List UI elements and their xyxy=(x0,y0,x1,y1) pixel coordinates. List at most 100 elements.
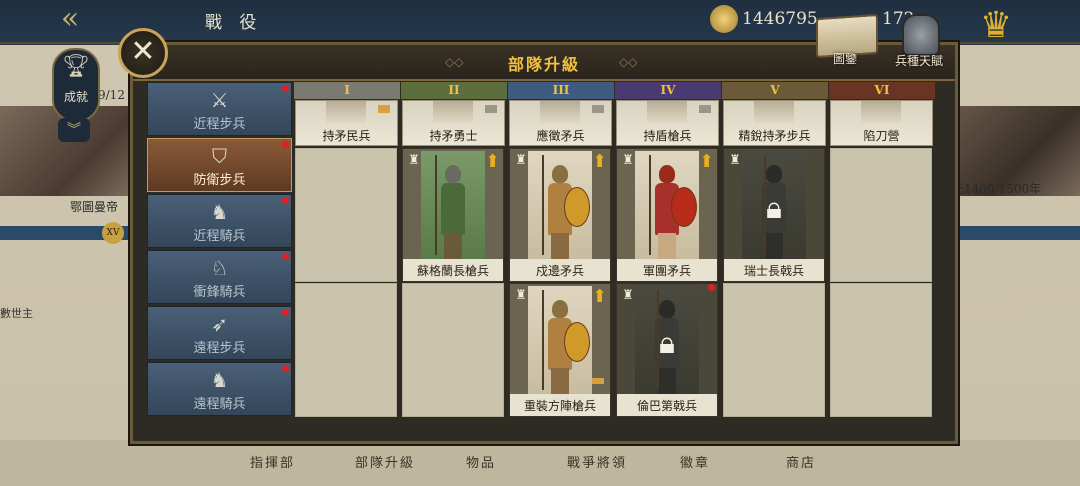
spear-icon xyxy=(649,155,651,255)
unit-name: 持矛勇士 xyxy=(429,129,478,143)
crossed-swords-icon: ⚔︎ xyxy=(210,88,229,112)
tier-header-1: I xyxy=(294,82,400,99)
spear-icon xyxy=(435,155,437,255)
upgrade-arrow-icon[interactable]: ⬆ xyxy=(699,151,714,173)
tier-header-5: V xyxy=(722,82,828,99)
codex-button[interactable]: 圖鑒 xyxy=(808,12,882,70)
progress-count: 9/12 xyxy=(98,88,125,102)
unit-name: 蘇格蘭長槍兵 xyxy=(416,264,489,278)
notification-dot xyxy=(282,141,289,148)
sidebar-item-4[interactable]: ➶ 遠程步兵 xyxy=(147,306,292,360)
unit-card-top[interactable]: 持矛勇士 xyxy=(402,100,505,146)
notification-dot xyxy=(708,284,715,291)
spear-icon xyxy=(542,290,544,390)
unit-card[interactable]: ♜ 🔒︎ 瑞士長戟兵 xyxy=(723,148,825,282)
bottom-nav xyxy=(0,440,1080,486)
codex-label: 圖鑒 xyxy=(832,52,857,66)
tower-icon: ♜ xyxy=(515,153,527,168)
unit-portrait-fragment xyxy=(540,101,580,123)
sidebar-item-label: 衝鋒騎兵 xyxy=(193,285,246,300)
troop-talent-label: 兵種天賦 xyxy=(894,54,943,68)
sidebar-item-label: 近程步兵 xyxy=(193,117,246,132)
chevron-down-icon[interactable]: ︾ xyxy=(58,118,90,142)
troop-talent-button[interactable]: 兵種天賦 xyxy=(886,12,952,70)
unit-portrait xyxy=(528,151,592,263)
nav-shop[interactable]: 商店 xyxy=(786,452,816,471)
shield-icon xyxy=(564,187,590,227)
unit-card[interactable]: ♜ ⬆ 蘇格蘭長槍兵 xyxy=(402,148,504,282)
unit-portrait xyxy=(528,286,592,398)
nav-badges[interactable]: 徽章 xyxy=(680,452,710,471)
unit-name: 重裝方陣槍兵 xyxy=(523,399,596,413)
close-button[interactable]: ✕ xyxy=(118,28,168,78)
soldier-head xyxy=(552,165,568,183)
empty-slot xyxy=(830,283,932,417)
rank-bar-icon xyxy=(485,105,497,113)
spear-icon xyxy=(542,155,544,255)
unit-card-top[interactable]: 持矛民兵 xyxy=(295,100,398,146)
trophy-icon: 🏆︎ xyxy=(62,54,90,79)
soldier-body xyxy=(441,183,465,235)
gold-coin-icon xyxy=(710,5,738,33)
back-arrow-icon[interactable]: « xyxy=(40,2,100,36)
unit-card-top[interactable]: 陷刀營 xyxy=(830,100,933,146)
tier-header-2: II xyxy=(401,82,507,99)
level-badge: XV xyxy=(102,222,124,244)
sidebar-item-label: 防衛步兵 xyxy=(193,173,246,188)
achievement-button[interactable]: 🏆︎ 成就 xyxy=(52,48,100,122)
lance-horse-icon: ♘ xyxy=(210,256,229,280)
nav-command[interactable]: 指揮部 xyxy=(250,452,295,471)
unit-card[interactable]: ♜ ⬆ 重裝方陣槍兵 xyxy=(509,283,611,417)
ornament-icon: ◇◇ xyxy=(619,55,638,69)
left-sub-label: 數世主 xyxy=(0,307,33,320)
gold-amount: 1446795 xyxy=(742,9,818,29)
rank-bar-icon xyxy=(699,105,711,113)
bow-icon: ➶ xyxy=(211,312,228,336)
unit-card-top[interactable]: 持盾槍兵 xyxy=(616,100,719,146)
unit-portrait xyxy=(635,151,699,263)
empty-slot xyxy=(723,283,825,417)
horse-head-icon: ♞ xyxy=(210,200,229,224)
tier-header-6: VI xyxy=(829,82,935,99)
unit-card[interactable]: ♜ ⬆ 戍邊矛兵 xyxy=(509,148,611,282)
lock-icon: 🔒︎ xyxy=(766,191,782,226)
empty-slot xyxy=(295,283,397,417)
crown-icon[interactable]: ♛ xyxy=(966,2,1026,50)
tower-icon: ♜ xyxy=(622,288,634,303)
right-event-label: 元1400-1500年 xyxy=(952,182,1042,196)
sidebar-item-5[interactable]: ♞ 遠程騎兵 xyxy=(147,362,292,416)
tier-header-3: III xyxy=(508,82,614,99)
rank-bar-icon xyxy=(592,105,604,113)
nav-troop-upgrade[interactable]: 部隊升級 xyxy=(355,452,415,471)
unit-name: 持矛民兵 xyxy=(322,129,371,143)
notification-dot xyxy=(282,197,289,204)
unit-card[interactable]: ♜ 🔒︎ 倫巴第戟兵 xyxy=(616,283,718,417)
notification-dot xyxy=(282,85,289,92)
unit-name: 軍團矛兵 xyxy=(642,264,691,278)
unit-name: 瑞士長戟兵 xyxy=(743,264,804,278)
helmet-icon xyxy=(902,14,940,56)
sidebar-item-3[interactable]: ♘ 衝鋒騎兵 xyxy=(147,250,292,304)
soldier-head xyxy=(659,165,675,183)
tier-header-4: IV xyxy=(615,82,721,99)
unit-card-top[interactable]: 精銳持矛步兵 xyxy=(723,100,826,146)
upgrade-arrow-icon[interactable]: ⬆ xyxy=(592,286,607,308)
sidebar-item-1[interactable]: ⛉ 防衛步兵 xyxy=(147,138,292,192)
unit-portrait-fragment xyxy=(326,101,366,123)
tower-icon: ♜ xyxy=(408,153,420,168)
upgrade-arrow-icon[interactable]: ⬆ xyxy=(485,151,500,173)
rank-bar-icon xyxy=(592,378,604,384)
nav-generals[interactable]: 戰爭將領 xyxy=(567,452,627,471)
empty-slot xyxy=(295,148,397,282)
notification-dot xyxy=(282,253,289,260)
unit-card[interactable]: ♜ ⬆ 軍團矛兵 xyxy=(616,148,718,282)
sidebar-item-2[interactable]: ♞ 近程騎兵 xyxy=(147,194,292,248)
unit-card-top[interactable]: 應徵矛兵 xyxy=(509,100,612,146)
left-event-label: 鄂圖曼帝 xyxy=(70,200,119,214)
nav-items[interactable]: 物品 xyxy=(466,452,496,471)
soldier-head xyxy=(659,300,675,318)
horse-archer-icon: ♞ xyxy=(210,368,229,392)
sidebar-item-0[interactable]: ⚔︎ 近程步兵 xyxy=(147,82,292,136)
unit-portrait-fragment xyxy=(754,101,794,123)
upgrade-arrow-icon[interactable]: ⬆ xyxy=(592,151,607,173)
